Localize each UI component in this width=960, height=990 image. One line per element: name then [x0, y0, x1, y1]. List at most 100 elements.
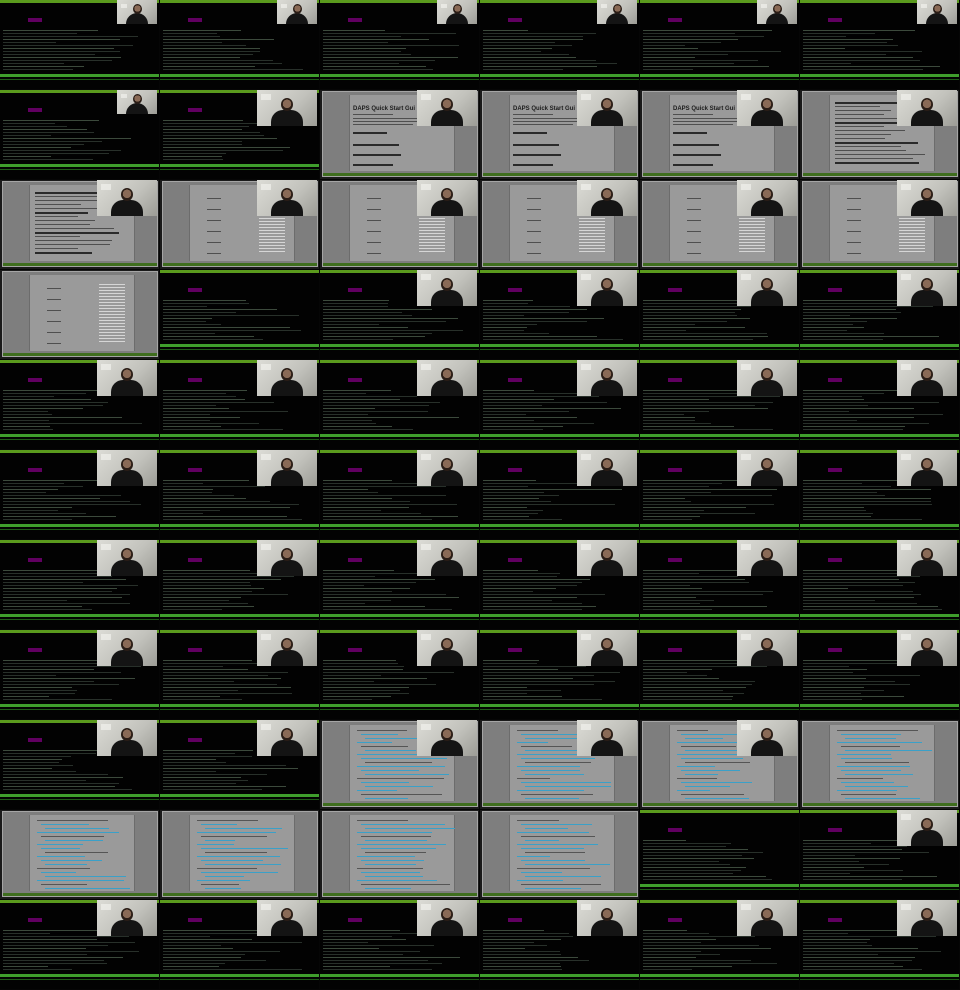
code-line — [841, 746, 900, 747]
terminal-line — [483, 327, 527, 328]
presenter-head — [133, 94, 142, 104]
code-line — [205, 864, 281, 865]
presenter-body — [111, 560, 143, 576]
code-line — [361, 782, 409, 783]
terminal-status-bar — [480, 434, 639, 437]
video-frame — [160, 540, 320, 630]
terminal-line — [803, 36, 846, 37]
webcam-overlay — [97, 630, 157, 666]
code-line — [361, 734, 398, 735]
terminal-line — [803, 33, 875, 34]
terminal-line — [483, 336, 597, 337]
code-line — [685, 750, 740, 751]
terminal-line — [3, 669, 94, 670]
terminal-line — [323, 687, 409, 688]
code-line — [841, 782, 894, 783]
code-line — [837, 754, 891, 755]
code-line — [45, 864, 87, 865]
terminal-line — [643, 699, 732, 700]
presenter-body — [446, 13, 468, 24]
terminal-line — [323, 306, 388, 307]
presenter-head — [601, 188, 613, 201]
code-line — [837, 790, 897, 791]
terminal-line — [483, 576, 557, 577]
terminal-line — [3, 756, 71, 757]
code-line — [841, 734, 901, 735]
terminal-line — [163, 63, 282, 64]
presenter-body — [911, 110, 943, 126]
presenter-body — [111, 650, 143, 666]
text-line — [513, 121, 585, 122]
code-line — [361, 758, 447, 759]
webcam-overlay — [737, 450, 797, 486]
video-frame — [800, 0, 960, 90]
code-line — [681, 782, 752, 783]
terminal-line — [803, 321, 867, 322]
webcam-overlay — [577, 450, 637, 486]
table-cell — [207, 242, 221, 243]
terminal-line — [163, 789, 262, 790]
terminal-prompt — [668, 468, 682, 472]
terminal-line — [163, 765, 286, 766]
code-line — [197, 880, 250, 881]
webcam-overlay — [417, 630, 477, 666]
code-line — [685, 786, 730, 787]
video-frame — [640, 360, 800, 450]
terminal-line — [803, 600, 875, 601]
terminal-line — [163, 498, 246, 499]
terminal-line — [163, 393, 226, 394]
table-cell — [207, 231, 221, 232]
table-cell — [367, 198, 381, 199]
webcam-overlay — [97, 900, 157, 936]
terminal-line — [3, 159, 93, 160]
terminal-line — [803, 666, 849, 667]
section-heading — [513, 164, 553, 166]
terminal-line — [163, 396, 236, 397]
terminal-line — [803, 969, 922, 970]
terminal-line — [3, 579, 126, 580]
terminal-line — [483, 489, 622, 490]
terminal-line — [803, 876, 937, 877]
terminal-prompt — [508, 378, 522, 382]
terminal-status-bar-secondary — [480, 529, 639, 530]
lamp-light — [421, 634, 431, 640]
terminal-line — [323, 33, 456, 34]
terminal-line — [323, 942, 368, 943]
code-line — [37, 856, 85, 857]
presenter-body — [591, 200, 623, 216]
terminal-prompt — [28, 918, 42, 922]
code-line — [525, 786, 611, 787]
video-frame — [480, 270, 640, 360]
terminal-prompt — [828, 18, 842, 22]
terminal-line — [323, 966, 390, 967]
terminal-prompt — [508, 18, 522, 22]
terminal-line — [323, 42, 388, 43]
terminal-line — [3, 519, 72, 520]
terminal-line — [163, 579, 281, 580]
terminal-line — [323, 336, 425, 337]
terminal-line — [323, 501, 410, 502]
terminal-status-bar-secondary — [320, 439, 479, 440]
terminal-line — [323, 426, 392, 427]
lamp-light — [741, 184, 751, 190]
code-line — [681, 794, 744, 795]
terminal-line — [803, 879, 902, 880]
text-line — [835, 126, 884, 127]
terminal-line — [803, 336, 939, 337]
terminal-line — [483, 690, 561, 691]
webcam-overlay — [97, 180, 157, 216]
terminal-line — [643, 489, 777, 490]
terminal-line — [163, 762, 226, 763]
terminal-line — [643, 48, 698, 49]
terminal-line — [3, 603, 130, 604]
terminal-line — [3, 687, 72, 688]
terminal-line — [643, 318, 750, 319]
code-line — [365, 852, 426, 853]
code-line — [837, 766, 910, 767]
terminal-line — [163, 966, 219, 967]
presenter-body — [591, 290, 623, 306]
terminal-line — [163, 516, 287, 517]
terminal-line — [483, 423, 594, 424]
lamp-light — [761, 4, 767, 8]
terminal-status-bar-secondary — [800, 529, 959, 530]
